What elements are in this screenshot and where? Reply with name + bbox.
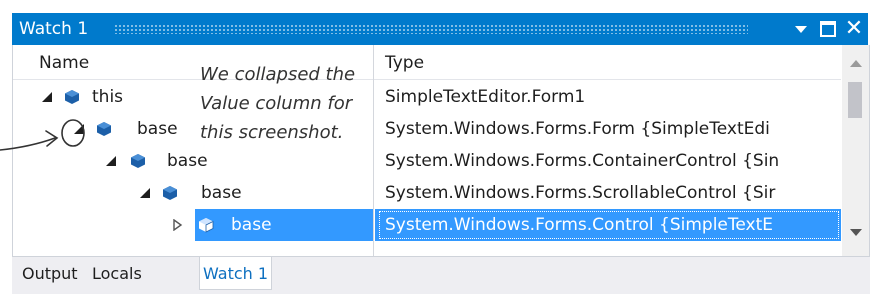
annotation-arrow-overlay bbox=[0, 119, 85, 151]
bottom-tab-strip: Output Locals Watch 1 bbox=[12, 256, 870, 294]
tab-watch-1[interactable]: Watch 1 bbox=[199, 257, 273, 290]
tab-locals[interactable]: Locals bbox=[89, 257, 145, 291]
annotation-arrow-icon bbox=[0, 119, 85, 151]
tab-output[interactable]: Output bbox=[19, 257, 81, 291]
